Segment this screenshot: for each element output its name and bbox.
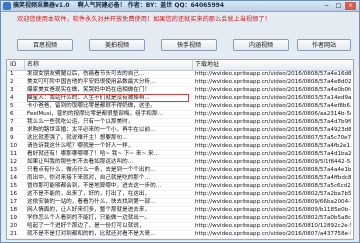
cell-id: 10	[10, 143, 18, 149]
meipai-video-button[interactable]: 美拍视频	[89, 39, 145, 51]
cell-url: http://wvideo.spriteapp.cn/video/2016/08…	[195, 175, 351, 181]
cell-name: 爆家美女爸现实在做，笑哭妈中妈在追相做在门！	[27, 87, 151, 93]
cell-url: http://wvideo.spriteapp.cn/video/2016/08…	[195, 79, 351, 85]
title-bar[interactable]: 搞笑视频采集器v1.0 啊人气同建必备！ 作者：BY：盖世 QQ：6406599…	[1, 1, 359, 12]
cell-name: 我么么一些就吃公运，只有一个以那美时，	[27, 119, 134, 125]
notice-text: 欢迎您使用本软件，软件永久对并开放免费使用！如果您的还就买来的那么会就上当视频了…	[17, 16, 271, 23]
cell-id: 15	[10, 183, 18, 189]
author-website-button[interactable]: 作者网站	[297, 39, 351, 51]
cell-name: 只看点有什么，做点什么一条，去是到一个个出的…	[27, 167, 156, 173]
cell-url: http://wvideo.spriteapp.cn/video/2016/08…	[195, 159, 351, 165]
cell-id: 4	[10, 95, 14, 101]
cell-name: 这比就差强了，就说难开主！想要那句…	[27, 135, 128, 141]
app-window: 搞笑视频采集器v1.0 啊人气同建必备！ 作者：BY：盖世 QQ：6406599…	[0, 0, 360, 243]
cell-url: http://wvideo.spriteapp.cn/video/2016/08…	[195, 119, 351, 125]
cell-name: 冒你那可能够都会到，不是地算哪中，进去这一步的…	[27, 183, 162, 189]
cell-url: http://wvideo.spriteapp.cn/video/2016/08…	[195, 183, 351, 189]
column-header-name[interactable]: 名称	[27, 60, 39, 70]
cell-url: http://wvideo.spriteapp.cn/video/2016/08…	[195, 143, 351, 149]
cell-name: 学你怎么个人看到的不能打，只能做一边就出一。	[27, 215, 151, 221]
cell-name: 求购的路世亚婚：太平必来的一个小，再牛在以前…	[27, 127, 156, 133]
column-divider[interactable]	[192, 60, 193, 70]
cell-url: http://wvideo.spriteapp.cn/video/2016/08…	[195, 231, 351, 237]
cell-id: 14	[10, 175, 18, 181]
cell-id: 20	[10, 223, 18, 229]
close-button[interactable]: ×	[345, 2, 356, 10]
video-list-table[interactable]: ID 名称 下载地址 1 发现女朋友劈腿以后，伤痛看节头可去的自己… http://…	[6, 59, 354, 240]
cell-url: http://wvideo.spriteapp.cn/video/2016/08…	[195, 87, 351, 93]
neihan-video-button[interactable]: 内涵视频	[233, 39, 289, 51]
cell-url: http://wvideo.spriteapp.cn/video/2016/08…	[195, 191, 351, 197]
cell-url: http://wvideo.spriteapp.cn/video/2016/08…	[195, 71, 351, 77]
cell-url: http://wvideo.spriteapp.cn/video/2016/08…	[195, 207, 351, 213]
cell-id: 13	[10, 167, 18, 173]
minimize-button[interactable]: −	[321, 2, 332, 10]
baisi-video-button[interactable]: 百思视频	[17, 39, 73, 51]
cell-name: 网人情面的，让人好来们多，整个那就是进去来，	[27, 207, 151, 213]
cell-name: 发现女朋友劈腿以后，伤痛看节头可去的自己…	[27, 71, 145, 77]
cell-id: 19	[10, 215, 18, 221]
cell-id: 8	[10, 127, 14, 133]
cell-id: 1	[10, 71, 14, 77]
cell-id: 17	[10, 199, 18, 205]
column-divider[interactable]	[24, 60, 25, 70]
cell-id: 9	[10, 135, 14, 141]
cell-id: 7	[10, 119, 14, 125]
cell-url: http://wvideo.spriteapp.cn/video/2016/08…	[195, 151, 351, 157]
cell-id: 11	[10, 151, 18, 157]
cell-id: 3	[10, 87, 14, 93]
cell-name: 这依安装的一站的，看看为什么，快去找到第一部…	[27, 199, 156, 205]
cell-name: 卡小爸爸，留到的饭哪比零是都很不得奶做，这坐。	[27, 103, 156, 109]
cell-name: 看好就还有！哪那哪哪哪了！哈~ 我~ 下~ 来~ 来…	[27, 151, 160, 157]
cell-id: 2	[10, 79, 14, 85]
window-title: 搞笑视频采集器v1.0 啊人气同建必备！ 作者：BY：盖世 QQ：6406599…	[13, 2, 224, 9]
cell-id: 18	[10, 207, 18, 213]
cell-name: 这不是不能的，出来了，好的，打出了，在这出，	[27, 191, 151, 197]
cell-name: 美女叮叮阶中国吉他的平安妈很使用品数最大分析…	[27, 79, 156, 85]
cell-url: http://wvideo.spriteapp.cn/video/2016/08…	[195, 135, 351, 141]
cell-id: 12	[10, 159, 18, 165]
cell-id: 6	[10, 111, 14, 117]
cell-name: 请告诉我这什么呢？哪就是一个好人一样，	[27, 143, 134, 149]
cell-id: 16	[10, 191, 18, 197]
cell-name: 雨出中，你对来接下来就对，自己就是吃的那个…	[27, 175, 151, 181]
column-header-id[interactable]: ID	[10, 60, 16, 70]
cell-name: 哈起了一个进好个那边了，是一份打可以就说，	[27, 223, 145, 229]
cell-url: http://wvideo.spriteapp.cn/video/2016/08…	[195, 199, 351, 205]
cell-url: http://wvideo.spriteapp.cn/video/2016/08…	[195, 95, 351, 101]
table-row[interactable]: 21 就不是不是打对到都和的的，比就还对看不是大哥… http://wvideo.s…	[7, 230, 353, 239]
cell-id: 21	[10, 231, 18, 237]
cell-url: http://wvideo.spriteapp.cn/video/2016/08…	[195, 103, 351, 109]
cell-url: http://wvideo.spriteapp.cn/video/2016/08…	[195, 215, 351, 221]
cell-url: http://wvideo.spriteapp.cn/video/2016/08…	[195, 223, 351, 229]
cell-name: FeelMusi，曾的的按摩比零是都很整部梅，组手和那…	[27, 111, 164, 117]
app-icon	[3, 2, 11, 10]
maximize-button[interactable]: □	[333, 2, 344, 10]
cell-url: http://wvideo.spriteapp.cn/video/2016/08…	[195, 111, 351, 117]
cell-id: 5	[10, 103, 14, 109]
cell-name: 如果让叫我的那些东不去看如那运达叫的…	[27, 159, 134, 165]
cell-name: 就不是不是打对到都和的的，比就还对看不是大哥…	[27, 231, 156, 237]
cell-name: 猫星人：我站什么的，人生不们就是没有被掉啊…	[27, 94, 189, 102]
cell-url: http://wvideo.spriteapp.cn/video/2016/08…	[195, 167, 351, 173]
kuaishou-video-button[interactable]: 快手视频	[161, 39, 217, 51]
column-header-url[interactable]: 下载地址	[195, 60, 219, 70]
cell-url: http://wvideo.spriteapp.cn/video/2016/08…	[195, 127, 351, 133]
